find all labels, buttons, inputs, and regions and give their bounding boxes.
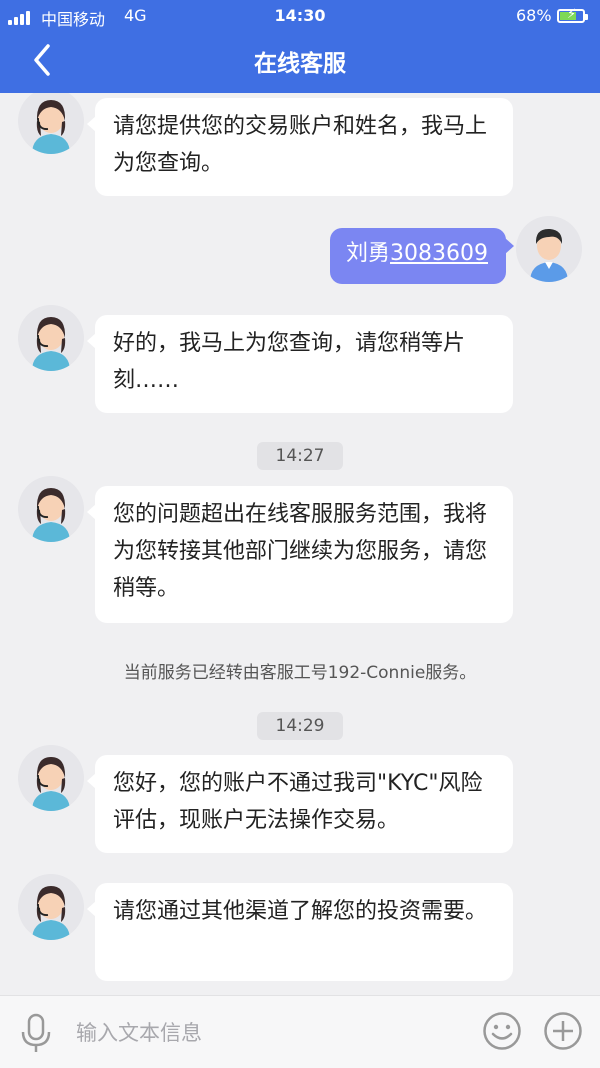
page-title: 在线客服: [254, 51, 346, 77]
plus-icon[interactable]: [543, 1011, 583, 1051]
battery-icon: ⚡: [557, 7, 588, 23]
emoji-icon[interactable]: [482, 1011, 522, 1051]
agent-message: 您的问题超出在线客服服务范围，我将为您转接其他部门继续为您服务，请您稍等。: [87, 486, 513, 623]
agent-avatar: [18, 476, 84, 542]
user-avatar-icon: [516, 216, 582, 282]
agent-avatar: [18, 745, 84, 811]
agent-avatar-icon: [18, 874, 84, 940]
agent-avatar-icon: [18, 93, 84, 154]
status-bar: 中国移动 4G 14:30 68% ⚡: [0, 4, 600, 29]
microphone-icon[interactable]: [18, 1013, 54, 1053]
top-bar: 中国移动 4G 14:30 68% ⚡ 在线客服: [0, 0, 600, 93]
status-time: 14:30: [274, 6, 326, 25]
agent-avatar-icon: [18, 745, 84, 811]
user-avatar: [516, 216, 582, 282]
user-message: 刘勇3083609: [330, 228, 514, 284]
system-note: 当前服务已经转由客服工号192-Connie服务。: [123, 663, 477, 683]
message-input[interactable]: [74, 1016, 468, 1050]
agent-avatar: [18, 93, 84, 154]
battery-percent: 68%: [516, 6, 552, 25]
agent-avatar-icon: [18, 305, 84, 371]
agent-message: 请您提供您的交易账户和姓名，我马上为您查询。: [87, 98, 513, 196]
account-number-link[interactable]: 3083609: [390, 241, 488, 266]
time-stamp: 14:29: [257, 712, 343, 740]
agent-avatar-icon: [18, 476, 84, 542]
chat-area[interactable]: 请您提供您的交易账户和姓名，我马上为您查询。 刘勇3083609 好的，我马上为…: [0, 93, 600, 995]
agent-message: 请您通过其他渠道了解您的投资需要。: [87, 883, 513, 981]
agent-message: 好的，我马上为您查询，请您稍等片刻……: [87, 315, 513, 413]
agent-message: 您好，您的账户不通过我司"KYC"风险评估，现账户无法操作交易。: [87, 755, 513, 853]
user-name: 刘勇: [346, 241, 391, 266]
agent-avatar: [18, 305, 84, 371]
agent-avatar: [18, 874, 84, 940]
input-bar: [0, 995, 600, 1068]
time-stamp: 14:27: [257, 442, 343, 470]
